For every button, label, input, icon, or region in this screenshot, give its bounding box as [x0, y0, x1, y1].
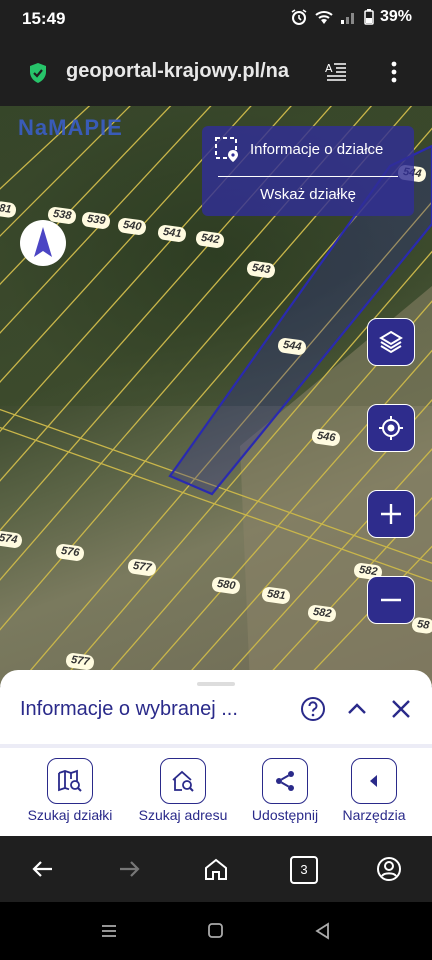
- status-bar: 15:49 39%: [0, 0, 432, 38]
- compass-button[interactable]: [20, 220, 66, 266]
- battery-icon: [364, 9, 374, 25]
- home-button-icon[interactable]: [207, 922, 225, 940]
- search-address-button[interactable]: Szukaj adresu: [128, 758, 238, 823]
- point-parcel-button[interactable]: Wskaż działkę: [202, 186, 414, 203]
- share-icon-box: [262, 758, 308, 804]
- sheet-header-actions: [300, 696, 414, 722]
- system-back-icon[interactable]: [314, 922, 332, 940]
- alarm-icon: [291, 9, 307, 25]
- north-arrow-icon: [34, 227, 52, 257]
- search-parcel-icon-box: [47, 758, 93, 804]
- panel-divider: [218, 176, 398, 177]
- svg-text:A: A: [325, 62, 333, 75]
- signal-icon: [340, 13, 354, 24]
- layers-button[interactable]: [367, 318, 415, 366]
- sheet-drag-handle[interactable]: [197, 682, 235, 686]
- zoom-in-icon: [381, 504, 401, 524]
- forward-arrow-icon[interactable]: [116, 856, 142, 882]
- reader-mode-icon[interactable]: A: [325, 61, 347, 81]
- tools-button[interactable]: Narzędzia: [319, 758, 429, 823]
- home-search-icon: [172, 770, 194, 792]
- battery-level: 39%: [379, 8, 412, 25]
- system-nav-bar: [0, 902, 432, 960]
- locate-icon: [379, 416, 403, 440]
- locate-button[interactable]: [367, 404, 415, 452]
- wifi-icon: [315, 11, 333, 24]
- map-search-icon: [58, 769, 82, 792]
- browser-toolbar: geoportal-krajowy.pl/na A: [0, 38, 432, 106]
- sheet-separator: [0, 744, 432, 748]
- search-address-label: Szukaj adresu: [138, 807, 228, 823]
- layers-icon: [379, 330, 403, 354]
- tools-icon-box: [351, 758, 397, 804]
- share-icon: [276, 771, 294, 791]
- account-icon[interactable]: [376, 856, 402, 882]
- zoom-out-icon: [381, 598, 401, 602]
- tab-counter[interactable]: 3: [290, 856, 318, 884]
- shield-icon[interactable]: [28, 62, 48, 84]
- help-icon[interactable]: [300, 696, 326, 722]
- status-time: 15:49: [22, 9, 66, 28]
- parcel-info-title: Informacje o działce: [250, 140, 384, 158]
- home-icon[interactable]: [203, 856, 229, 882]
- zoom-in-button[interactable]: [367, 490, 415, 538]
- bottom-sheet: Informacje o wybranej ... Szukaj działki…: [0, 670, 432, 836]
- search-parcel-label: Szukaj działki: [27, 807, 113, 823]
- caret-left-icon: [370, 775, 377, 787]
- zoom-out-button[interactable]: [367, 576, 415, 624]
- close-icon[interactable]: [388, 696, 414, 722]
- app-logo: NaMAPIE: [18, 115, 123, 140]
- browser-bottom-bar: 3: [0, 836, 432, 902]
- parcel-info-panel[interactable]: Informacje o działce Wskaż działkę: [202, 126, 414, 216]
- url-field[interactable]: geoportal-krajowy.pl/na: [66, 60, 311, 83]
- chevron-up-icon[interactable]: [344, 696, 370, 722]
- back-arrow-icon[interactable]: [30, 856, 56, 882]
- search-parcel-button[interactable]: Szukaj działki: [15, 758, 125, 823]
- tools-label: Narzędzia: [342, 807, 406, 823]
- select-parcel-icon: [215, 137, 238, 162]
- more-vert-icon[interactable]: [384, 60, 404, 84]
- map-view[interactable]: 81 538 539 540 541 542 543 544 546 574 5…: [0, 106, 432, 686]
- recent-apps-icon[interactable]: [100, 922, 118, 940]
- sheet-title: Informacje o wybranej ...: [20, 698, 238, 720]
- status-icons: 39%: [290, 8, 412, 26]
- search-address-icon-box: [160, 758, 206, 804]
